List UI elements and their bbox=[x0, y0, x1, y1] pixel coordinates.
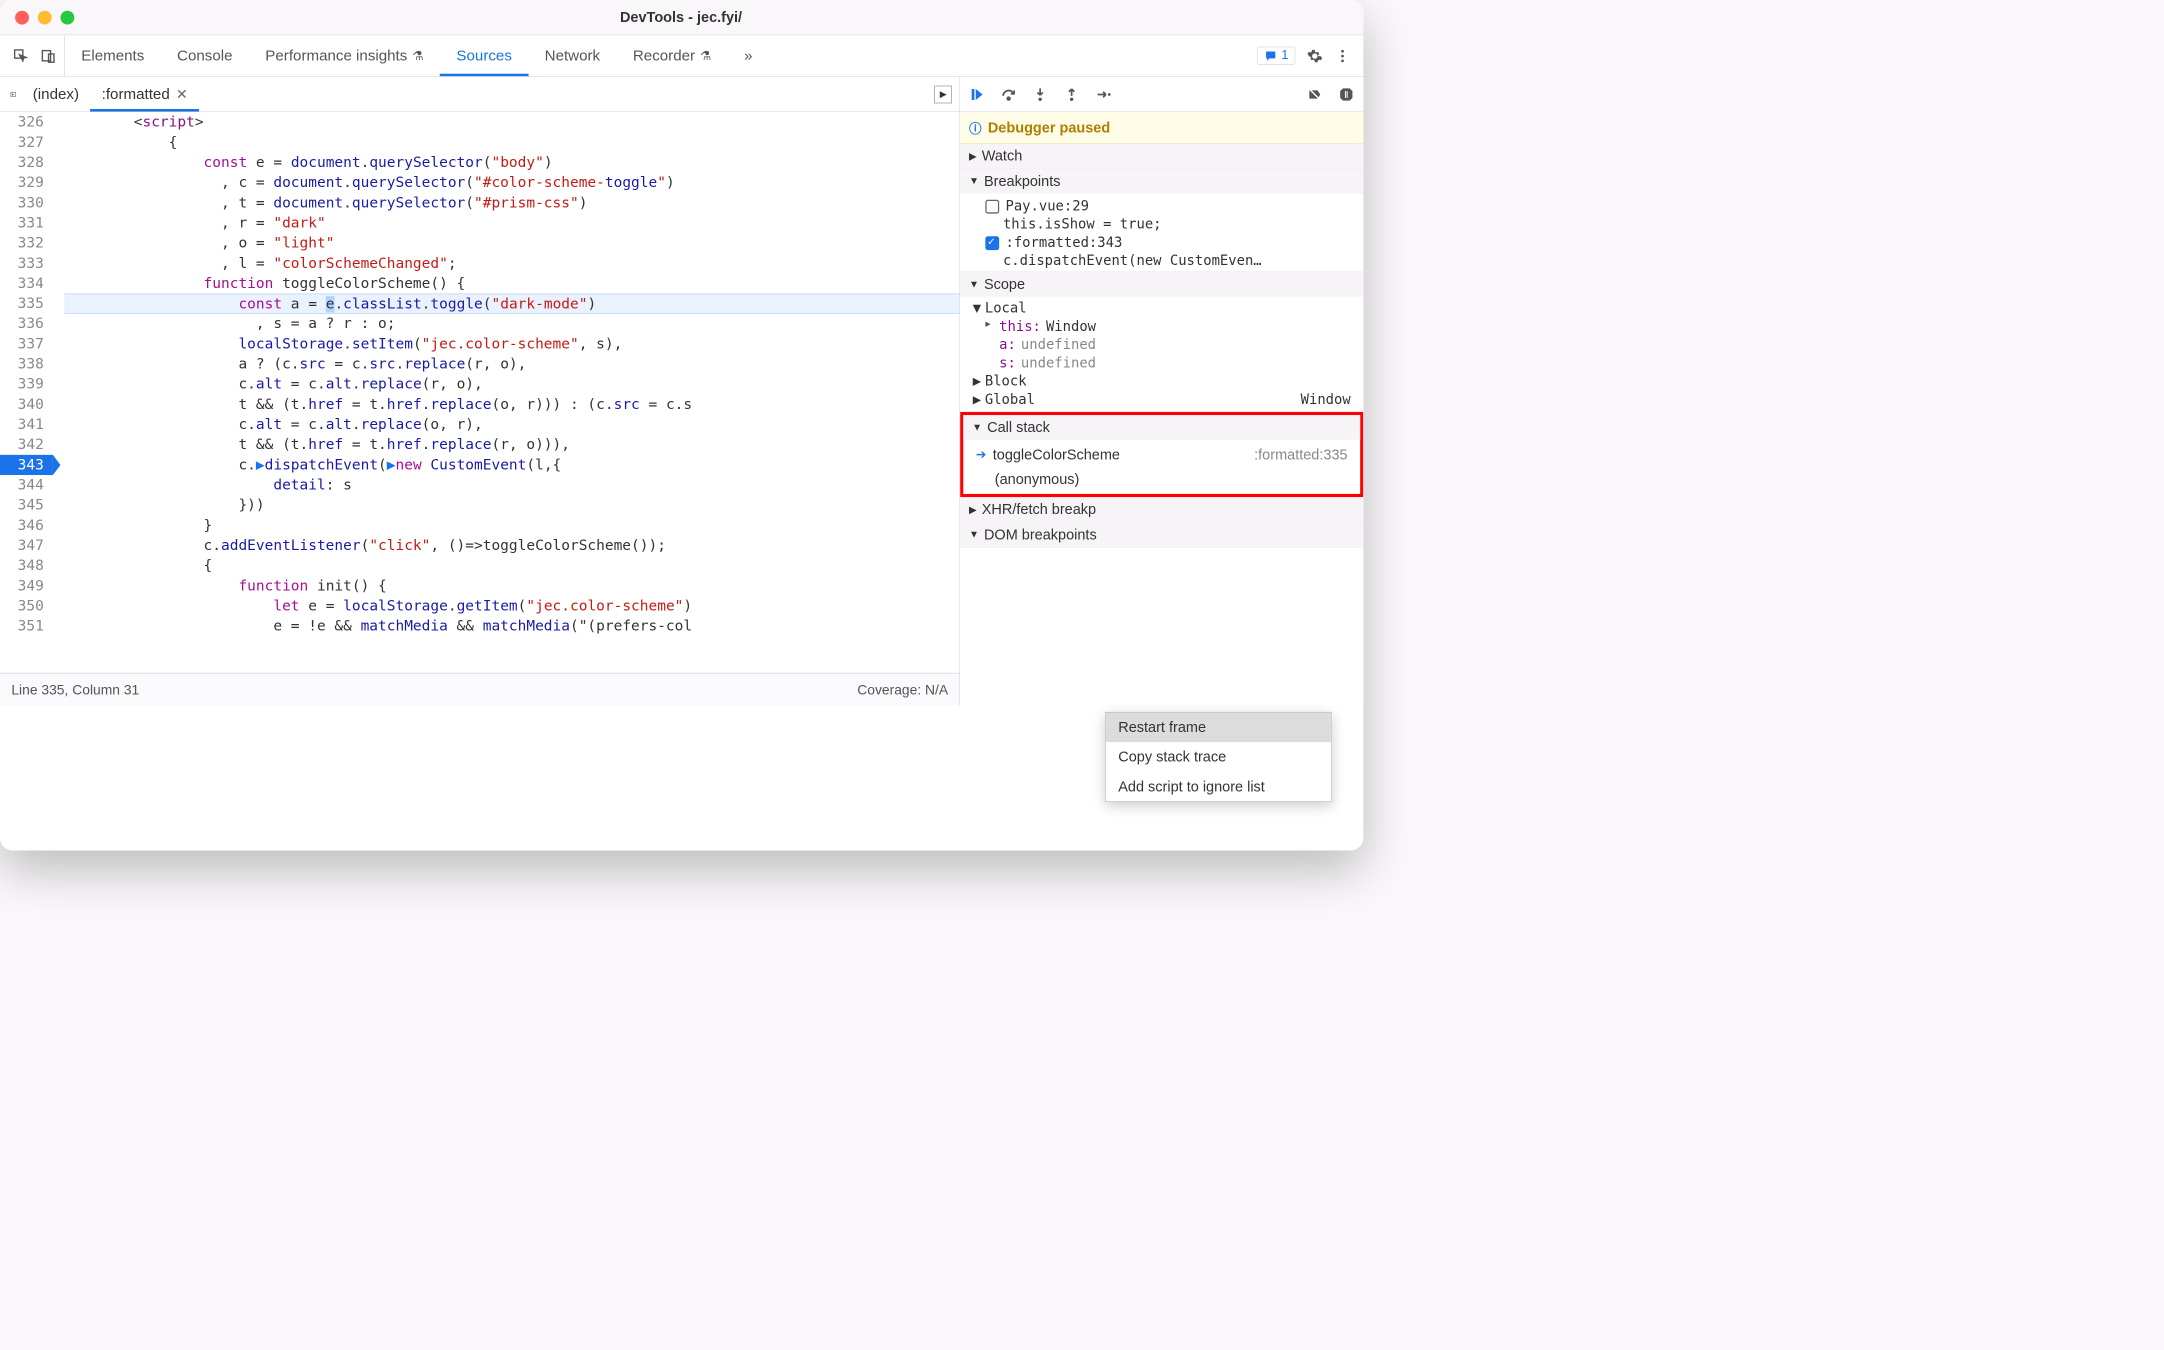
chevron-down-icon: ▼ bbox=[969, 279, 979, 290]
devtools-window: DevTools - jec.fyi/ Elements Console Per… bbox=[0, 0, 1363, 851]
watch-section-header[interactable]: ▶Watch bbox=[960, 144, 1363, 169]
debugger-sidebar: ⓘ Debugger paused ▶Watch ▼Breakpoints Pa… bbox=[960, 77, 1363, 706]
close-window-button[interactable] bbox=[15, 10, 29, 24]
scope-var-this[interactable]: ▶this: Window bbox=[960, 318, 1363, 336]
coverage-status: Coverage: N/A bbox=[857, 681, 948, 697]
editor-status-bar: Line 335, Column 31 Coverage: N/A bbox=[0, 673, 959, 706]
flask-icon: ⚗ bbox=[700, 48, 711, 64]
scope-var-s[interactable]: s: undefined bbox=[960, 354, 1363, 372]
issues-badge[interactable]: 1 bbox=[1257, 47, 1296, 65]
cursor-position: Line 335, Column 31 bbox=[11, 681, 139, 697]
tab-network[interactable]: Network bbox=[528, 35, 616, 76]
scope-var-a[interactable]: a: undefined bbox=[960, 336, 1363, 354]
callstack-section-header[interactable]: ▼Call stack bbox=[963, 415, 1360, 440]
file-tab-formatted[interactable]: :formatted ✕ bbox=[90, 77, 199, 112]
tabs-overflow[interactable]: » bbox=[728, 35, 769, 76]
chevron-right-icon: ▶ bbox=[973, 392, 981, 408]
maximize-window-button[interactable] bbox=[60, 10, 74, 24]
scope-global[interactable]: ▶GlobalWindow bbox=[960, 391, 1363, 409]
navigator-toggle-icon[interactable] bbox=[5, 86, 21, 102]
close-tab-icon[interactable]: ✕ bbox=[176, 86, 188, 102]
scope-local[interactable]: ▼Local bbox=[960, 299, 1363, 317]
tab-performance-insights[interactable]: Performance insights⚗ bbox=[249, 35, 440, 76]
debugger-paused-banner: ⓘ Debugger paused bbox=[960, 112, 1363, 144]
step-into-icon[interactable] bbox=[1032, 86, 1048, 102]
menu-copy-stack-trace[interactable]: Copy stack trace bbox=[1106, 742, 1332, 772]
debugger-toolbar bbox=[960, 77, 1363, 112]
step-out-icon[interactable] bbox=[1063, 86, 1079, 102]
breakpoint-item[interactable]: :formatted:343 bbox=[960, 232, 1363, 253]
chevron-right-icon: ▶ bbox=[969, 503, 977, 516]
xhr-breakpoints-section-header[interactable]: ▶XHR/fetch breakp bbox=[960, 497, 1363, 522]
device-toolbar-icon[interactable] bbox=[40, 48, 56, 64]
callstack-highlighted-region: ▼Call stack ➔ toggleColorScheme :formatt… bbox=[960, 412, 1363, 497]
code-editor[interactable]: 3263273283293303313323333343353363373383… bbox=[0, 112, 959, 673]
inspect-element-icon[interactable] bbox=[13, 48, 29, 64]
kebab-menu-icon[interactable] bbox=[1334, 48, 1350, 64]
menu-restart-frame[interactable]: Restart frame bbox=[1106, 713, 1332, 743]
breakpoint-item[interactable]: Pay.vue:29 bbox=[960, 196, 1363, 217]
chevron-down-icon: ▼ bbox=[969, 175, 979, 186]
checkbox-unchecked[interactable] bbox=[985, 199, 999, 213]
window-title: DevTools - jec.fyi/ bbox=[74, 9, 1287, 26]
breakpoint-code: c.dispatchEvent(new CustomEven… bbox=[960, 253, 1363, 269]
callstack-frame[interactable]: (anonymous) bbox=[963, 467, 1360, 492]
snippet-run-icon[interactable]: ▶ bbox=[934, 85, 952, 103]
tab-elements[interactable]: Elements bbox=[65, 35, 161, 76]
settings-icon[interactable] bbox=[1307, 48, 1323, 64]
info-icon: ⓘ bbox=[969, 118, 982, 136]
scope-block[interactable]: ▶Block bbox=[960, 372, 1363, 390]
titlebar: DevTools - jec.fyi/ bbox=[0, 0, 1363, 35]
chevron-right-icon: ▶ bbox=[973, 374, 981, 390]
scope-section-header[interactable]: ▼Scope bbox=[960, 272, 1363, 297]
chevron-right-icon: ▶ bbox=[969, 150, 977, 163]
step-over-icon[interactable] bbox=[1000, 86, 1016, 102]
callstack-frame[interactable]: ➔ toggleColorScheme :formatted:335 bbox=[963, 442, 1360, 467]
minimize-window-button[interactable] bbox=[38, 10, 52, 24]
tab-sources[interactable]: Sources bbox=[440, 35, 528, 76]
menu-add-to-ignore-list[interactable]: Add script to ignore list bbox=[1106, 772, 1332, 802]
editor-pane: (index) :formatted ✕ ▶ 32632732832933033… bbox=[0, 77, 960, 706]
breakpoint-code: this.isShow = true; bbox=[960, 217, 1363, 233]
flask-icon: ⚗ bbox=[412, 48, 423, 64]
current-frame-icon: ➔ bbox=[976, 447, 987, 463]
chevron-down-icon: ▼ bbox=[972, 422, 982, 433]
traffic-lights bbox=[0, 10, 74, 24]
editor-file-tabs: (index) :formatted ✕ ▶ bbox=[0, 77, 959, 112]
checkbox-checked[interactable] bbox=[985, 236, 999, 250]
dom-breakpoints-section-header[interactable]: ▼DOM breakpoints bbox=[960, 522, 1363, 547]
tab-console[interactable]: Console bbox=[161, 35, 249, 76]
panel-tabs: Elements Console Performance insights⚗ S… bbox=[0, 35, 1363, 77]
breakpoints-section-header[interactable]: ▼Breakpoints bbox=[960, 169, 1363, 194]
pause-on-exceptions-icon[interactable] bbox=[1338, 86, 1354, 102]
file-tab-index[interactable]: (index) bbox=[21, 77, 90, 112]
resume-icon[interactable] bbox=[969, 86, 985, 102]
chevron-down-icon: ▼ bbox=[969, 529, 979, 540]
tab-recorder[interactable]: Recorder⚗ bbox=[616, 35, 727, 76]
deactivate-breakpoints-icon[interactable] bbox=[1307, 86, 1323, 102]
step-icon[interactable] bbox=[1095, 86, 1111, 102]
chat-icon bbox=[1264, 49, 1278, 63]
context-menu: Restart frame Copy stack trace Add scrip… bbox=[1105, 712, 1332, 802]
chevron-down-icon: ▼ bbox=[973, 301, 981, 317]
